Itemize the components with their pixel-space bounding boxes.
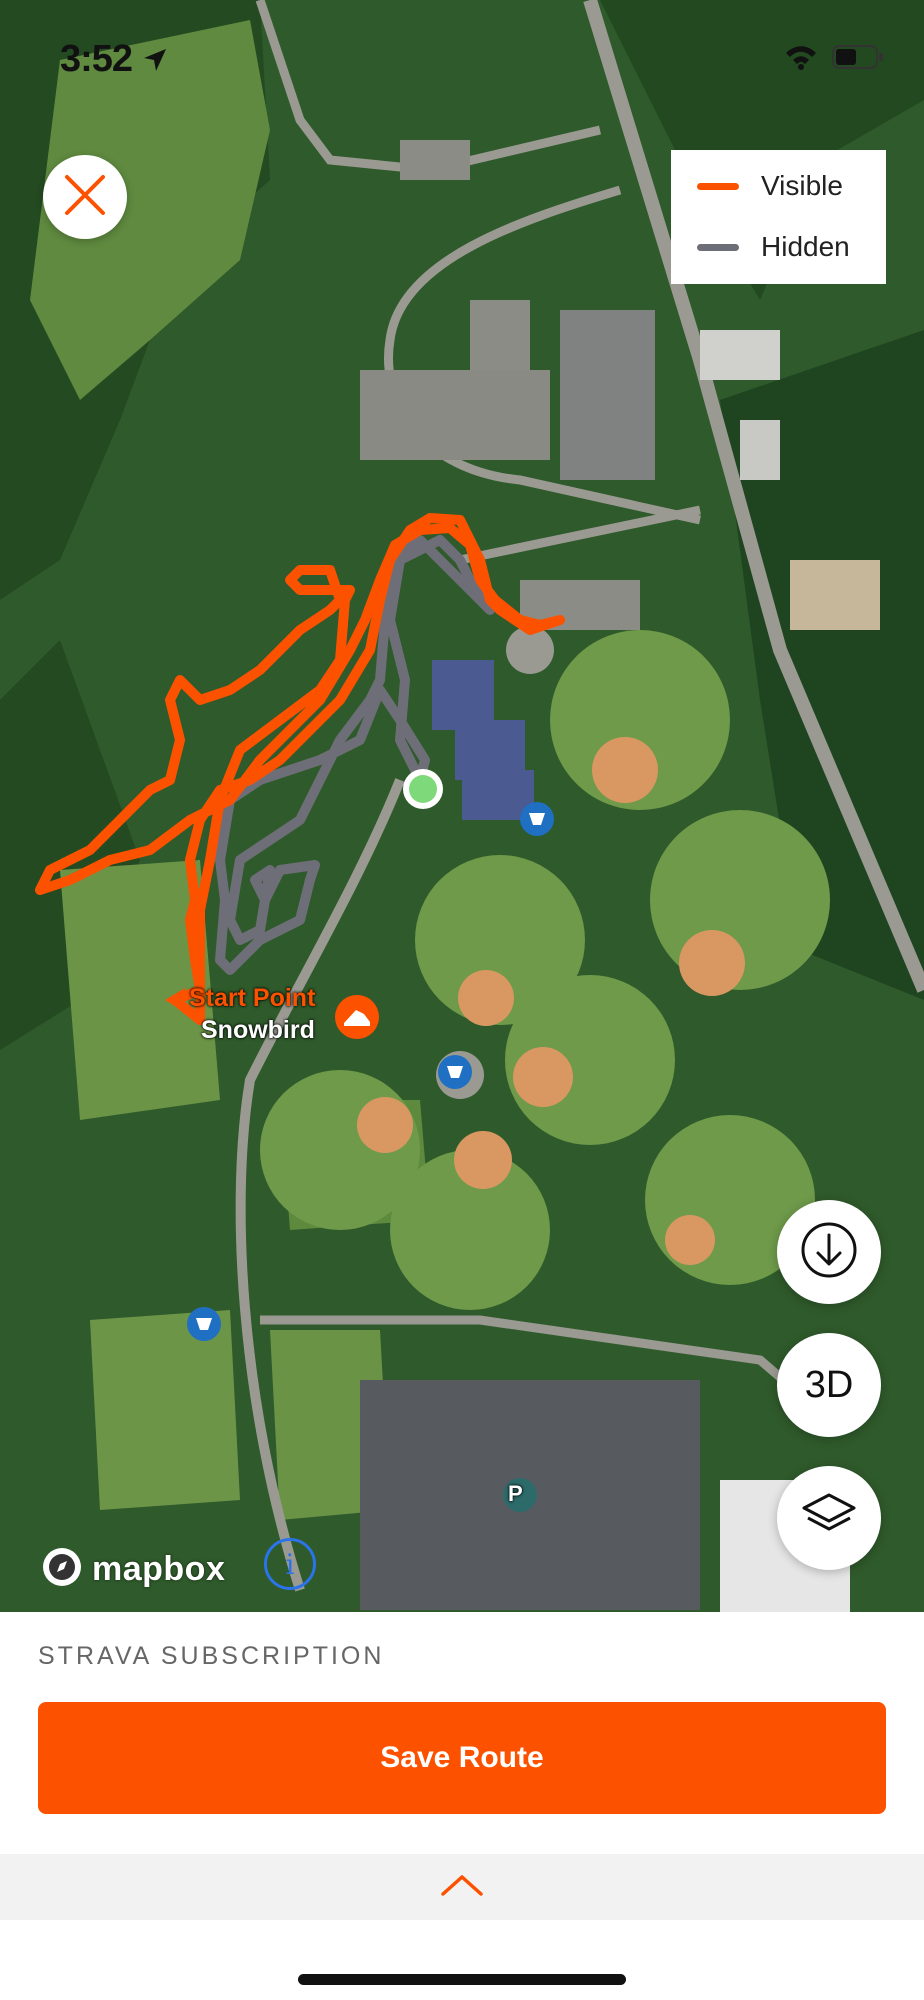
mapbox-logo[interactable]: mapbox [40,1545,225,1594]
home-indicator [298,1974,626,1985]
layers-icon [800,1491,858,1546]
restroom-icon [438,1055,472,1089]
close-button[interactable] [43,155,127,239]
parking-symbol: P [508,1481,523,1506]
status-time: 3:52 [60,38,168,81]
layers-button[interactable] [777,1466,881,1570]
save-route-button[interactable]: Save Route [38,1702,886,1814]
start-point-label: Start Point [189,984,316,1012]
map-view[interactable]: P Start Point Snowbird 3:52 Visible Hidd… [0,0,924,1612]
restroom-icon [187,1307,221,1341]
subscription-label: STRAVA SUBSCRIPTION [38,1642,385,1670]
battery-icon [832,44,884,75]
wifi-icon [784,44,818,75]
attribution-info-button[interactable]: i [264,1538,316,1590]
legend-item-hidden: Hidden [697,227,850,267]
mapbox-wordmark: mapbox [92,1550,226,1588]
segment-name-label: Snowbird [201,1016,315,1044]
chevron-up-icon [440,1873,484,1902]
mapbox-compass-icon [40,1545,84,1594]
running-shoe-icon [335,995,379,1039]
3d-label: 3D [804,1363,854,1406]
download-button[interactable] [777,1200,881,1304]
download-icon [800,1221,858,1284]
legend-label-visible: Visible [761,170,843,201]
route-legend: Visible Hidden [671,150,886,284]
legend-item-visible: Visible [697,166,843,206]
status-bar: 3:52 [60,38,884,84]
bottom-sheet: STRAVA SUBSCRIPTION Save Route [0,1612,924,2000]
3d-button[interactable]: 3D [777,1333,881,1437]
restroom-icon [520,802,554,836]
expand-sheet-button[interactable] [0,1854,924,1920]
legend-swatch-hidden [697,243,739,251]
legend-swatch-visible [697,182,739,190]
location-arrow-icon [142,38,168,80]
info-icon: i [285,1547,295,1581]
legend-label-hidden: Hidden [761,231,850,262]
close-icon [63,173,107,222]
